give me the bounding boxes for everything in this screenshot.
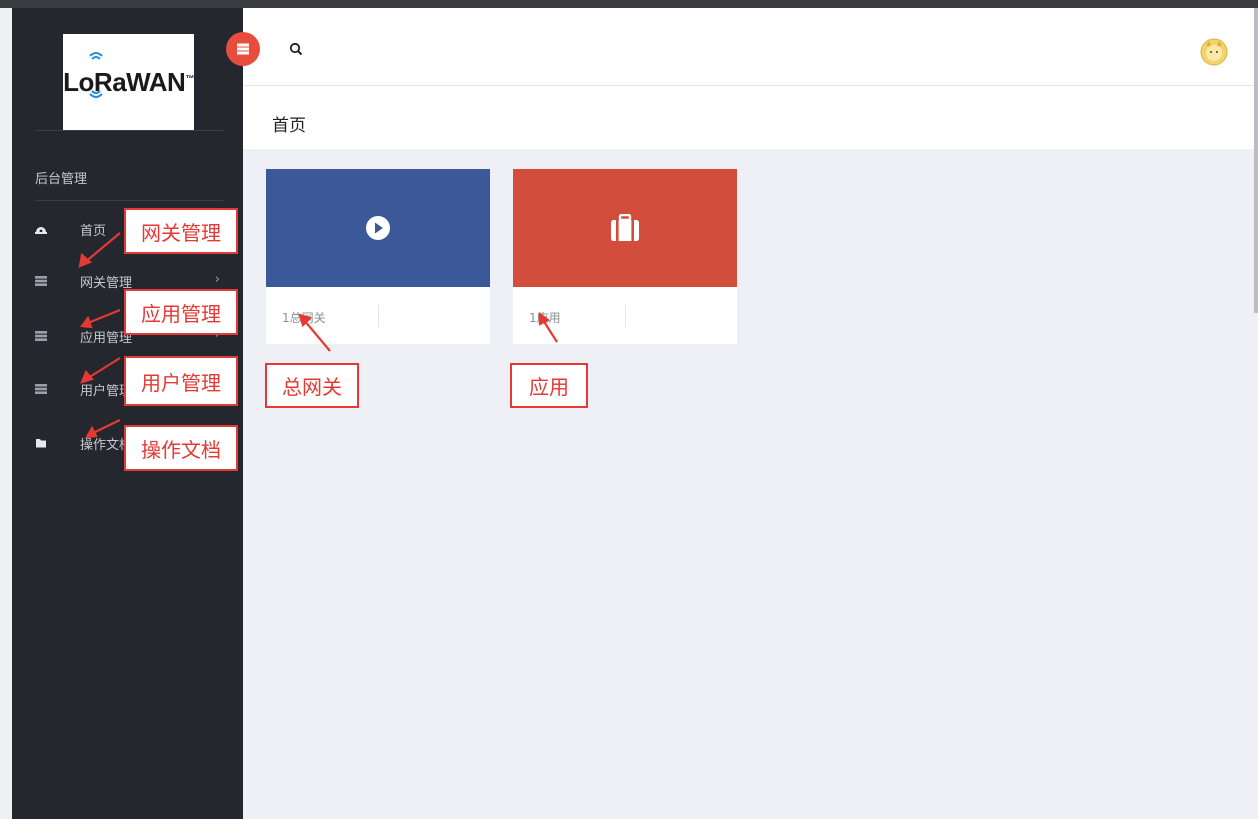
- sidebar-item-label: 网关管理: [80, 275, 133, 291]
- annotation-total-gateway: 总网关: [265, 363, 359, 408]
- sidebar-divider: [35, 130, 223, 131]
- server-icon: [35, 331, 47, 341]
- signal-icon: [89, 52, 103, 98]
- card-header: [266, 169, 490, 287]
- menu-icon: [237, 43, 249, 55]
- menu-toggle-button[interactable]: [226, 32, 260, 66]
- annotation-app: 应用: [510, 363, 588, 408]
- card-footer: 1总网关: [266, 287, 490, 344]
- gateway-stat-card[interactable]: 1总网关: [266, 169, 490, 344]
- window-top-strip: [0, 0, 1258, 8]
- chevron-right-icon: ›: [214, 272, 220, 287]
- gateway-count-label: 1总网关: [282, 311, 326, 325]
- card-footer: 1应用: [513, 287, 737, 344]
- left-edge: [0, 8, 12, 819]
- annotation-app-mgmt: 应用管理: [124, 289, 238, 335]
- logo-text: LoRaWAN™: [63, 67, 194, 98]
- app-stat-card[interactable]: 1应用: [513, 169, 737, 344]
- folder-icon: [36, 439, 46, 448]
- card-separator: [378, 305, 379, 327]
- sidebar-section-divider: [35, 200, 223, 201]
- server-icon: [35, 384, 47, 394]
- card-separator: [625, 305, 626, 327]
- logo-trademark: ™: [185, 73, 194, 84]
- avatar-icon[interactable]: [1200, 38, 1228, 66]
- annotation-docs: 操作文档: [124, 425, 238, 471]
- sidebar-item-label: 首页: [80, 223, 107, 239]
- play-circle-icon: [366, 216, 390, 240]
- scrollbar[interactable]: [1254, 8, 1258, 313]
- top-header: [243, 8, 1258, 86]
- card-header: [513, 169, 737, 287]
- page-title: 首页: [272, 116, 306, 136]
- page-header: [243, 87, 1258, 149]
- sidebar-section-title: 后台管理: [35, 172, 88, 187]
- dashboard-icon: [35, 227, 47, 234]
- logo[interactable]: LoRaWAN™: [63, 34, 194, 131]
- annotation-user-mgmt: 用户管理: [124, 356, 238, 406]
- briefcase-icon: [611, 214, 639, 241]
- search-icon[interactable]: [289, 42, 303, 56]
- server-icon: [35, 276, 47, 286]
- annotation-gateway-mgmt: 网关管理: [124, 208, 238, 254]
- logo-wordmark: LoRaWAN: [63, 67, 186, 97]
- app-count-label: 1应用: [529, 311, 561, 325]
